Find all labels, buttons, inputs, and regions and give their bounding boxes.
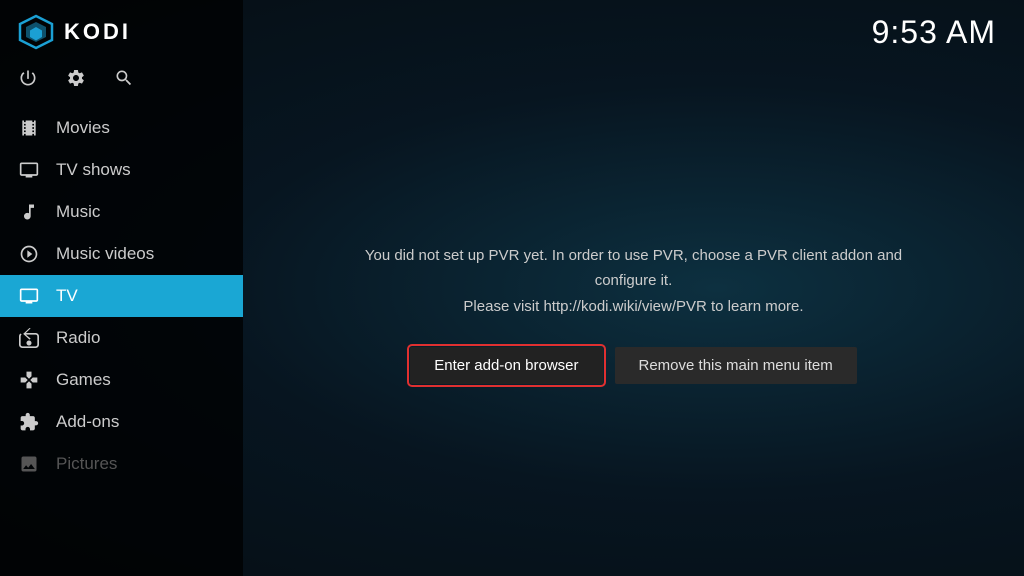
games-icon [18,369,40,391]
pvr-button-row: Enter add-on browser Remove this main me… [410,347,857,384]
top-icon-bar [0,64,243,107]
time-bar: 9:53 AM [243,0,1024,51]
pvr-content: You did not set up PVR yet. In order to … [243,51,1024,576]
sidebar-item-movies[interactable]: Movies [0,107,243,149]
pictures-icon [18,453,40,475]
sidebar-item-musicvideos-label: Music videos [56,244,154,264]
sidebar-item-pictures[interactable]: Pictures [0,443,243,485]
pvr-message: You did not set up PVR yet. In order to … [344,243,924,320]
sidebar-item-games[interactable]: Games [0,359,243,401]
sidebar-item-tv[interactable]: TV [0,275,243,317]
logo-area: KODI [0,0,243,64]
musicvideos-icon [18,243,40,265]
remove-menu-item-button[interactable]: Remove this main menu item [615,347,857,384]
sidebar-item-music-label: Music [56,202,100,222]
movies-icon [18,117,40,139]
sidebar-item-musicvideos[interactable]: Music videos [0,233,243,275]
sidebar-item-tvshows-label: TV shows [56,160,131,180]
music-icon [18,201,40,223]
sidebar-item-radio[interactable]: Radio [0,317,243,359]
sidebar-item-music[interactable]: Music [0,191,243,233]
sidebar: KODI Movies TV shows [0,0,243,576]
kodi-logo-icon [18,14,54,50]
search-icon[interactable] [114,68,134,93]
clock: 9:53 AM [872,14,996,51]
sidebar-item-tv-label: TV [56,286,78,306]
enter-addon-browser-button[interactable]: Enter add-on browser [410,347,602,384]
power-icon[interactable] [18,68,38,93]
sidebar-item-pictures-label: Pictures [56,454,117,474]
pvr-message-line1: You did not set up PVR yet. In order to … [365,247,902,290]
main-content: 9:53 AM You did not set up PVR yet. In o… [243,0,1024,576]
sidebar-item-addons-label: Add-ons [56,412,119,432]
tv-icon [18,285,40,307]
tvshows-icon [18,159,40,181]
sidebar-item-radio-label: Radio [56,328,100,348]
sidebar-item-addons[interactable]: Add-ons [0,401,243,443]
sidebar-item-tvshows[interactable]: TV shows [0,149,243,191]
sidebar-item-games-label: Games [56,370,111,390]
settings-icon[interactable] [66,68,86,93]
radio-icon [18,327,40,349]
pvr-message-line2: Please visit http://kodi.wiki/view/PVR t… [463,298,803,315]
sidebar-item-movies-label: Movies [56,118,110,138]
nav-list: Movies TV shows Music Music videos TV [0,107,243,576]
addons-icon [18,411,40,433]
app-title: KODI [64,19,131,45]
